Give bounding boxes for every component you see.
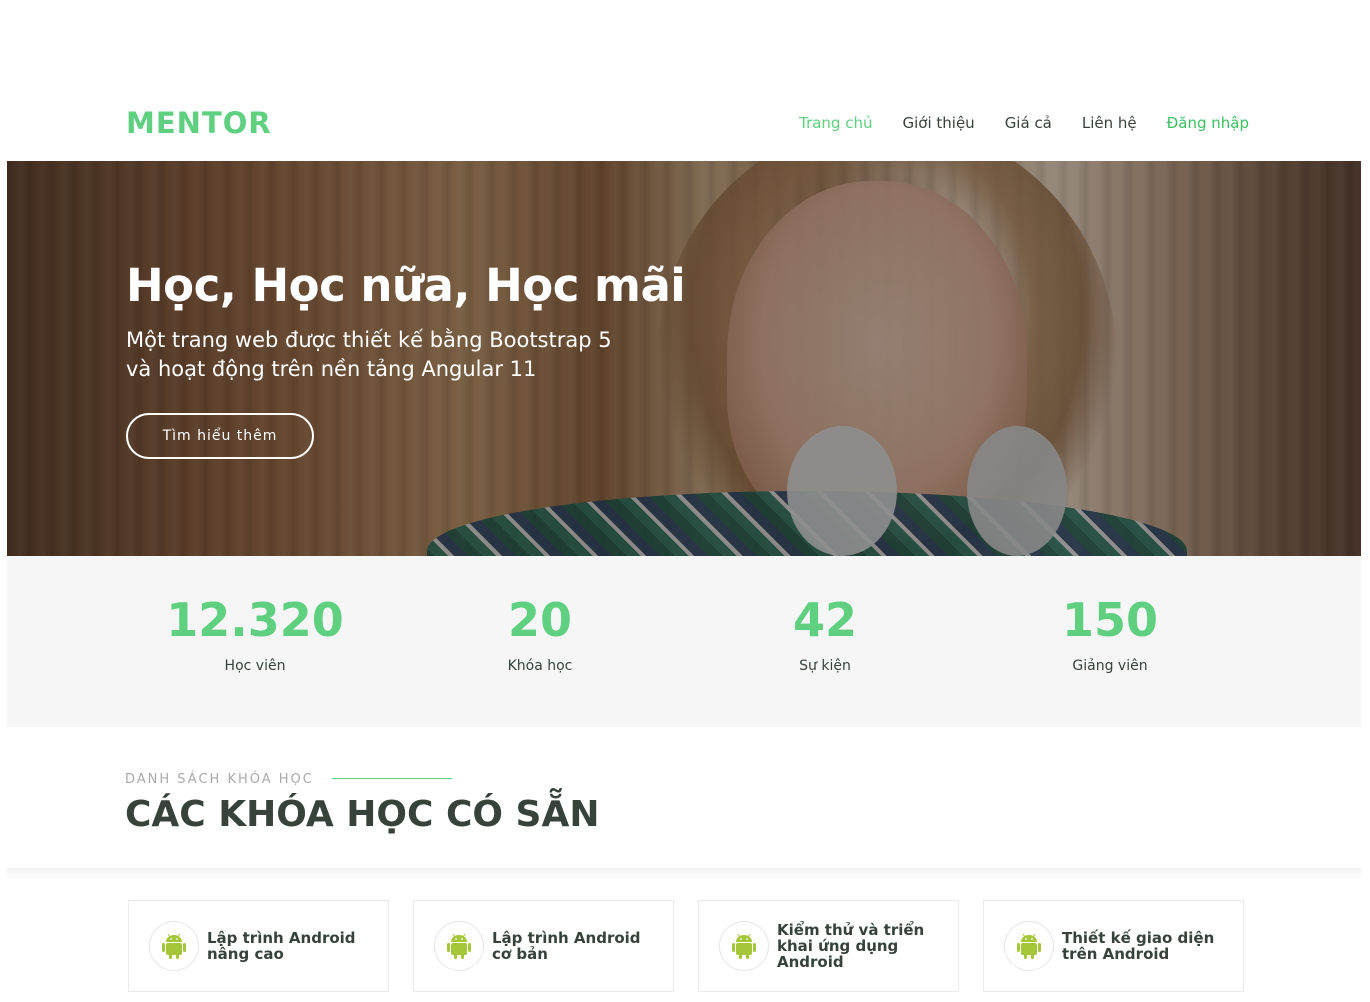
count-label: Giảng viên bbox=[1072, 658, 1148, 674]
nav-item-pricing[interactable]: Giá cả bbox=[1005, 114, 1052, 132]
course-title[interactable]: Thiết kế giao diện trên Android bbox=[1062, 930, 1243, 962]
main-nav: Trang chủ Giới thiệu Giá cả Liên hệ Đăng… bbox=[769, 114, 1249, 132]
count-label: Khóa học bbox=[507, 658, 573, 674]
nav-item-contact[interactable]: Liên hệ bbox=[1082, 114, 1137, 132]
count-events: 42 Sự kiện bbox=[725, 594, 925, 674]
android-icon bbox=[149, 921, 199, 971]
course-card[interactable]: Kiểm thử và triển khai ứng dụng Android bbox=[698, 900, 959, 992]
android-icon bbox=[434, 921, 484, 971]
hero-subtitle-line2: và hoạt động trên nền tảng Angular 11 bbox=[126, 357, 537, 381]
hero-section: Học, Học nữa, Học mãi Một trang web được… bbox=[7, 161, 1361, 556]
course-title[interactable]: Lập trình Android nâng cao bbox=[207, 930, 388, 962]
count-label: Sự kiện bbox=[799, 658, 851, 674]
course-title[interactable]: Lập trình Android cơ bản bbox=[492, 930, 673, 962]
course-title[interactable]: Kiểm thử và triển khai ứng dụng Android bbox=[777, 922, 958, 970]
section-subtitle: DANH SÁCH KHÓA HỌC bbox=[125, 772, 314, 787]
nav-item-home[interactable]: Trang chủ bbox=[799, 114, 872, 132]
hero-subtitle-line1: Một trang web được thiết kế bằng Bootstr… bbox=[126, 328, 612, 352]
course-card[interactable]: Thiết kế giao diện trên Android bbox=[983, 900, 1244, 992]
count-label: Học viên bbox=[224, 658, 286, 674]
course-card[interactable]: Lập trình Android cơ bản bbox=[413, 900, 674, 992]
nav-item-login[interactable]: Đăng nhập bbox=[1167, 114, 1249, 132]
section-title: CÁC KHÓA HỌC CÓ SẴN bbox=[125, 794, 600, 835]
count-value: 42 bbox=[792, 593, 857, 647]
logo[interactable]: MENTOR bbox=[126, 106, 272, 140]
section-divider-shadow bbox=[7, 868, 1361, 880]
android-icon bbox=[719, 921, 769, 971]
course-card[interactable]: Lập trình Android nâng cao bbox=[128, 900, 389, 992]
nav-item-about[interactable]: Giới thiệu bbox=[902, 114, 974, 132]
section-divider bbox=[332, 778, 452, 779]
android-icon bbox=[1004, 921, 1054, 971]
count-courses: 20 Khóa học bbox=[440, 594, 640, 674]
count-value: 20 bbox=[507, 593, 572, 647]
count-value: 150 bbox=[1061, 593, 1159, 647]
count-value: 12.320 bbox=[166, 593, 344, 647]
learn-more-button[interactable]: Tìm hiểu thêm bbox=[126, 413, 314, 459]
count-trainers: 150 Giảng viên bbox=[1010, 594, 1210, 674]
site-header: MENTOR Trang chủ Giới thiệu Giá cả Liên … bbox=[7, 0, 1361, 161]
hero-subtitle: Một trang web được thiết kế bằng Bootstr… bbox=[126, 326, 726, 384]
count-students: 12.320 Học viên bbox=[155, 594, 355, 674]
hero-title: Học, Học nữa, Học mãi bbox=[126, 259, 686, 312]
counts-section: 12.320 Học viên 20 Khóa học 42 Sự kiện 1… bbox=[7, 556, 1361, 727]
